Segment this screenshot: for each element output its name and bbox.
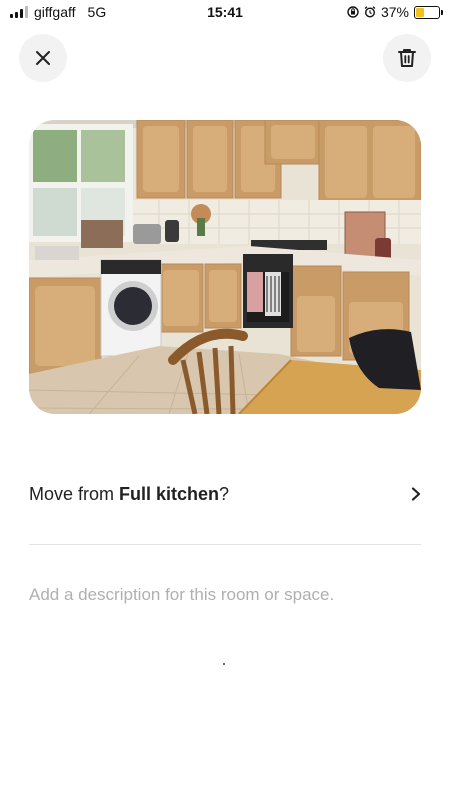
battery-percent: 37% bbox=[380, 4, 409, 20]
close-button[interactable] bbox=[19, 34, 67, 82]
move-prefix: Move from bbox=[29, 483, 120, 504]
delete-button[interactable] bbox=[383, 34, 431, 82]
battery-icon bbox=[414, 5, 443, 19]
status-right: 37% bbox=[347, 4, 443, 20]
alarm-icon bbox=[364, 6, 376, 18]
status-bar: giffgaff 5G 15:41 37% bbox=[0, 0, 450, 24]
description-input[interactable] bbox=[29, 580, 421, 610]
orientation-lock-icon bbox=[347, 6, 359, 18]
close-icon bbox=[36, 51, 50, 65]
move-suffix: ? bbox=[219, 483, 230, 504]
oven bbox=[243, 254, 293, 328]
current-room-name: Full kitchen bbox=[119, 483, 220, 504]
upper-cabinets bbox=[136, 120, 421, 205]
kitchen-photo bbox=[29, 120, 421, 414]
divider bbox=[29, 544, 421, 545]
battery-level bbox=[416, 7, 425, 17]
chevron-right-icon bbox=[411, 487, 421, 501]
cursor-dot bbox=[223, 663, 225, 665]
trash-icon bbox=[398, 49, 416, 67]
washing-machine bbox=[100, 259, 162, 357]
kitchen-illustration bbox=[29, 120, 421, 414]
move-room-text: Move from Full kitchen? bbox=[29, 484, 229, 505]
move-room-row[interactable]: Move from Full kitchen? bbox=[29, 476, 421, 512]
